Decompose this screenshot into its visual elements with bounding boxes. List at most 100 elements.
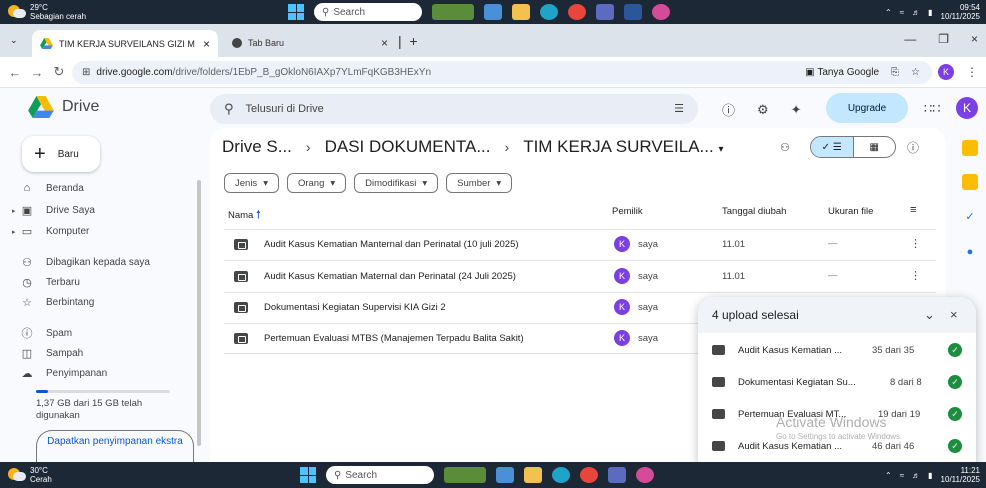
teams-icon[interactable] [596,4,614,20]
sidebar-item-spam[interactable]: ⓘ Spam [20,325,73,341]
info-icon[interactable]: ⓘ [907,139,919,156]
grid-view-button[interactable]: ▦ [854,137,896,157]
site-info-icon[interactable]: ⊞ [82,67,90,78]
windows-start-icon[interactable] [300,467,316,483]
wifi-icon[interactable]: ≈ [900,471,904,480]
teams-icon[interactable] [608,467,626,483]
tasks-icon[interactable]: ✓ [962,208,978,224]
ask-google-button[interactable]: ▣ Tanya Google [805,67,879,78]
windows-start-icon[interactable] [288,4,304,20]
calendar-icon[interactable] [962,140,978,156]
chevron-up-icon[interactable]: ⌃ [885,471,892,480]
bookmark-star-icon[interactable]: ☆ [911,67,920,78]
more-actions-icon[interactable]: ⋮ [910,269,921,282]
help-icon[interactable]: ⓘ [722,100,735,119]
forward-arrow-icon[interactable]: → [26,65,48,80]
column-name[interactable]: Nama 🠕 [228,206,261,225]
volume-icon[interactable]: ♬ [912,8,920,17]
sidebar-item-home[interactable]: ⌂ Beranda [20,180,84,196]
taskbar-search[interactable]: ⚲ Search [326,466,434,484]
gemini-sparkle-icon[interactable]: ✦ [791,102,802,118]
task-view-icon[interactable] [496,467,514,483]
upload-item[interactable]: Audit Kasus Kematian ... 35 dari 35 ✓ [698,335,976,365]
sidebar-scrollbar[interactable] [197,180,201,446]
expand-caret-icon[interactable]: ▸ [12,207,16,215]
tab-search-chevron-icon[interactable]: ⌄ [10,35,18,46]
widgets-app-icon[interactable] [432,4,474,20]
copilot-icon[interactable] [636,467,654,483]
sidebar-item-storage[interactable]: ☁ Penyimpanan [20,365,108,381]
drive-search-input[interactable]: ⚲ Telusuri di Drive ☰ [210,94,698,124]
weather-widget[interactable]: 29°C Sebagian cerah [0,3,120,21]
file-explorer-icon[interactable] [524,467,542,483]
chrome-icon[interactable] [580,467,598,483]
upload-item[interactable]: Dokumentasi Kegiatan Su... 8 dari 8 ✓ [698,367,976,397]
chrome-icon[interactable] [568,4,586,20]
filter-modified[interactable]: Dimodifikasi ▾ [354,173,439,193]
edge-icon[interactable] [540,4,558,20]
battery-icon[interactable]: ▮ [928,471,932,480]
contacts-icon[interactable]: ● [962,244,978,260]
breadcrumb-item[interactable]: DASI DOKUMENTA... [325,137,491,157]
column-modified[interactable]: Tanggal diubah [722,206,786,217]
column-size[interactable]: Ukuran file [828,206,873,217]
more-actions-icon[interactable]: ⋮ [910,237,921,250]
collapse-chevron-icon[interactable]: ⌄ [924,307,935,323]
sort-options-icon[interactable]: ≡ [910,204,916,216]
copilot-icon[interactable] [652,4,670,20]
weather-widget[interactable]: 30°C Cerah [0,466,120,484]
filter-people[interactable]: Orang ▾ [286,173,347,193]
new-button[interactable]: + Baru [22,136,100,172]
google-apps-icon[interactable]: ∷∷ [924,101,941,117]
list-view-button[interactable]: ✓ ☰ [811,137,854,157]
keep-icon[interactable] [962,174,978,190]
sidebar-item-recent[interactable]: ◷ Terbaru [20,274,80,290]
tab-close-icon[interactable]: × [381,36,388,50]
task-view-icon[interactable] [484,4,502,20]
filter-source[interactable]: Sumber ▾ [446,173,513,193]
upload-item[interactable]: Pertemuan Evaluasi MT... 19 dari 19 ✓ [698,399,976,429]
tab-close-icon[interactable]: × [203,37,210,51]
share-icon[interactable]: ⎘ [891,67,899,78]
shared-people-icon[interactable]: ⚇ [780,141,790,154]
account-avatar[interactable]: K [956,97,978,119]
sidebar-item-shared[interactable]: ⚇ Dibagikan kepada saya [20,254,150,270]
wifi-icon[interactable]: ≈ [900,8,904,17]
minimize-icon[interactable]: — [904,32,916,46]
settings-gear-icon[interactable]: ⚙ [757,102,769,118]
browser-profile-avatar[interactable]: K [938,64,954,80]
table-row[interactable]: Audit Kasus Kematian Maternal dan Perina… [224,262,936,292]
column-owner[interactable]: Pemilik [612,206,643,217]
drive-logo[interactable]: Drive [28,96,99,118]
address-bar[interactable]: ⊞ drive.google.com/drive/folders/1EbP_B_… [72,61,932,84]
breadcrumb-item[interactable]: Drive S... [222,137,292,157]
sidebar-item-trash[interactable]: ◫ Sampah [20,345,83,361]
widgets-app-icon[interactable] [444,467,486,483]
close-icon[interactable]: × [950,307,958,322]
table-row[interactable]: Audit Kasus Kematian Manternal dan Perin… [224,230,936,260]
upgrade-button[interactable]: Upgrade [826,93,908,123]
sidebar-item-my-drive[interactable]: ▣ Drive Saya [20,202,95,218]
back-arrow-icon[interactable]: ← [4,65,26,80]
filter-type[interactable]: Jenis ▾ [224,173,279,193]
chevron-up-icon[interactable]: ⌃ [885,8,892,17]
system-clock[interactable]: 11:21 10/11/2025 [941,466,980,484]
taskbar-search[interactable]: ⚲ Search [314,3,422,21]
restore-icon[interactable]: ❐ [938,32,949,46]
expand-caret-icon[interactable]: ▸ [12,228,16,236]
volume-icon[interactable]: ♬ [912,471,920,480]
breadcrumb-current[interactable]: TIM KERJA SURVEILA... ▾ [523,137,723,157]
tab-drive[interactable]: TIM KERJA SURVEILANS GIZI M × [32,30,218,57]
get-more-storage-button[interactable]: Dapatkan penyimpanan ekstra [36,430,194,462]
search-options-icon[interactable]: ☰ [674,102,684,115]
browser-menu-icon[interactable]: ⋮ [966,65,978,79]
tab-new-tab[interactable]: Tab Baru × [226,32,394,54]
reload-icon[interactable]: ↻ [48,64,70,80]
sidebar-item-computers[interactable]: ▭ Komputer [20,223,90,239]
close-window-icon[interactable]: × [971,32,978,46]
new-tab-plus-icon[interactable]: | + [398,33,418,49]
battery-icon[interactable]: ▮ [928,8,932,17]
upload-item[interactable]: Audit Kasus Kematian ... 46 dari 46 ✓ [698,431,976,461]
sidebar-item-starred[interactable]: ☆ Berbintang [20,294,94,310]
file-explorer-icon[interactable] [512,4,530,20]
